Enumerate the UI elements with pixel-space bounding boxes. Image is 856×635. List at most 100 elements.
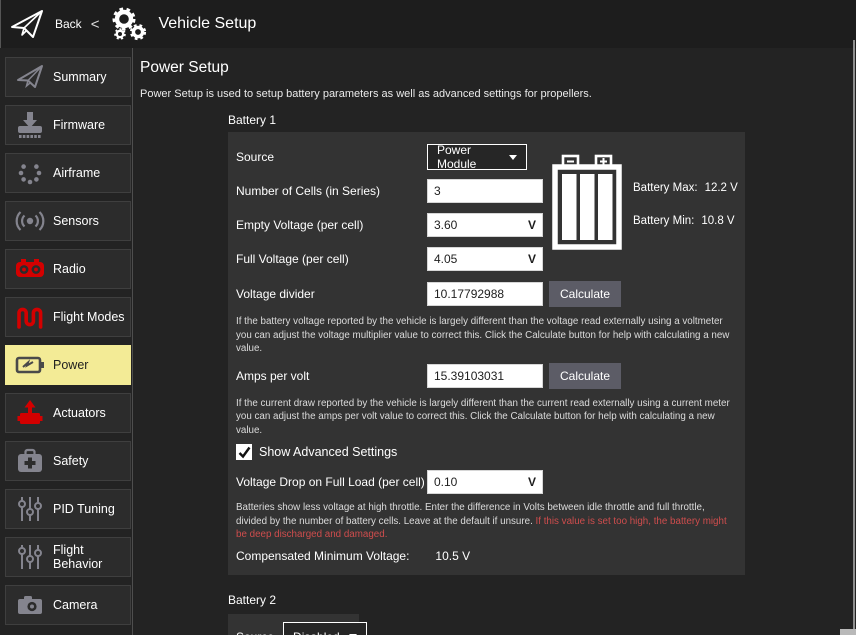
sidebar-item-label: Actuators: [53, 406, 106, 420]
sidebar-item-flight-behavior[interactable]: Flight Behavior: [5, 537, 131, 577]
sidebar-item-camera[interactable]: Camera: [5, 585, 131, 625]
sidebar-item-sensors[interactable]: Sensors: [5, 201, 131, 241]
battery2-heading: Battery 2: [228, 593, 856, 607]
sidebar-item-label: Camera: [53, 598, 97, 612]
battery-visual-block: Battery Max: 12.2 V Battery Min: 10.8 V: [551, 153, 738, 251]
sidebar-item-radio[interactable]: Radio: [5, 249, 131, 289]
sidebar-item-label: PID Tuning: [53, 502, 115, 516]
sidebar-item-label: Flight Behavior: [53, 543, 130, 571]
sensors-signal-icon: [15, 206, 45, 236]
full-voltage-label: Full Voltage (per cell): [236, 252, 427, 266]
full-voltage-value: 4.05: [434, 252, 457, 266]
volt-unit: V: [528, 218, 536, 232]
battery2-source-label: Source: [236, 630, 274, 635]
show-advanced-checkbox[interactable]: [236, 444, 252, 460]
voltage-drop-input[interactable]: 0.10 V: [427, 470, 543, 494]
sidebar-item-pid-tuning[interactable]: PID Tuning: [5, 489, 131, 529]
amps-per-volt-help-text: If the current draw reported by the vehi…: [236, 397, 738, 438]
battery1-heading: Battery 1: [228, 113, 856, 127]
amps-per-volt-input[interactable]: 15.39103031: [427, 364, 543, 388]
show-advanced-label: Show Advanced Settings: [259, 445, 397, 459]
safety-firstaid-icon: [15, 446, 45, 476]
battery-max-row: Battery Max: 12.2 V: [633, 182, 738, 194]
sidebar-item-airframe[interactable]: Airframe: [5, 153, 131, 193]
volt-unit: V: [528, 252, 536, 266]
back-chevron-icon: <: [91, 16, 100, 33]
full-voltage-input[interactable]: 4.05 V: [427, 247, 543, 271]
cells-label: Number of Cells (in Series): [236, 184, 427, 198]
battery2-source-value: Disabled: [293, 630, 340, 635]
empty-voltage-value: 3.60: [434, 218, 457, 232]
app-logo-plane-icon: [9, 8, 45, 40]
page-header-title: Vehicle Setup: [158, 15, 256, 33]
compensated-min-value: 10.5 V: [435, 549, 470, 563]
battery-max-value: 12.2 V: [705, 182, 738, 194]
setup-sidebar: Summary Firmware: [0, 48, 133, 635]
vehicle-setup-gears-icon: [108, 5, 150, 43]
scrollbar-corner: [840, 629, 856, 635]
voltage-divider-help-text: If the battery voltage reported by the v…: [236, 315, 738, 356]
battery-min-label: Battery Min:: [633, 215, 694, 227]
sidebar-item-label: Firmware: [53, 118, 105, 132]
summary-plane-icon: [15, 62, 45, 92]
voltage-divider-input[interactable]: 10.17792988: [427, 282, 543, 306]
actuators-motor-icon: [15, 398, 45, 428]
back-button[interactable]: Back: [55, 17, 82, 31]
voltage-drop-value: 0.10: [434, 475, 457, 489]
tuning-sliders-icon: [15, 494, 45, 524]
sidebar-item-label: Radio: [53, 262, 86, 276]
battery1-source-dropdown[interactable]: Power Module: [427, 144, 527, 170]
compensated-min-label: Compensated Minimum Voltage:: [236, 549, 409, 563]
sidebar-item-label: Airframe: [53, 166, 100, 180]
sidebar-item-firmware[interactable]: Firmware: [5, 105, 131, 145]
firmware-download-icon: [15, 110, 45, 140]
battery1-panel: Source Power Module Number of Cells (in …: [228, 132, 745, 575]
sidebar-item-summary[interactable]: Summary: [5, 57, 131, 97]
volt-unit: V: [528, 475, 536, 489]
sidebar-item-actuators[interactable]: Actuators: [5, 393, 131, 433]
compensated-minimum-voltage-row: Compensated Minimum Voltage: 10.5 V: [236, 549, 737, 563]
page-description: Power Setup is used to setup battery par…: [140, 88, 856, 100]
power-battery-icon: [15, 350, 45, 380]
amps-per-volt-calculate-button[interactable]: Calculate: [549, 363, 621, 389]
source-label: Source: [236, 150, 427, 164]
show-advanced-settings-row[interactable]: Show Advanced Settings: [236, 444, 737, 460]
sidebar-item-power[interactable]: Power: [5, 345, 131, 385]
airframe-dots-icon: [15, 158, 45, 188]
tuning-sliders-icon: [15, 542, 45, 572]
sidebar-item-safety[interactable]: Safety: [5, 441, 131, 481]
voltage-divider-value: 10.17792988: [434, 287, 504, 301]
battery2-panel: Source Disabled: [228, 614, 359, 635]
radio-receiver-icon: [15, 254, 45, 284]
vertical-scrollbar[interactable]: [853, 40, 855, 635]
voltage-drop-help-text: Batteries show less voltage at high thro…: [236, 501, 738, 542]
camera-icon: [15, 590, 45, 620]
amps-per-volt-value: 15.39103031: [434, 369, 504, 383]
checkmark-icon: [238, 446, 251, 459]
sidebar-item-label: Summary: [53, 70, 106, 84]
battery-max-label: Battery Max:: [633, 182, 698, 194]
sidebar-item-label: Safety: [53, 454, 88, 468]
voltage-drop-label: Voltage Drop on Full Load (per cell): [236, 475, 427, 489]
cells-input[interactable]: 3: [427, 179, 543, 203]
sidebar-item-label: Power: [53, 358, 88, 372]
sidebar-item-label: Flight Modes: [53, 310, 125, 324]
battery1-source-value: Power Module: [437, 143, 500, 171]
battery-cells-icon: [551, 153, 623, 251]
power-setup-page: Power Setup Power Setup is used to setup…: [134, 48, 856, 635]
amps-per-volt-label: Amps per volt: [236, 369, 427, 383]
sidebar-item-flight-modes[interactable]: Flight Modes: [5, 297, 131, 337]
cells-value: 3: [434, 184, 441, 198]
top-toolbar: Back < Vehicle Setup: [0, 0, 856, 48]
page-title: Power Setup: [140, 59, 856, 77]
sidebar-item-label: Sensors: [53, 214, 99, 228]
battery2-source-dropdown[interactable]: Disabled: [283, 622, 367, 635]
empty-voltage-input[interactable]: 3.60 V: [427, 213, 543, 237]
flight-modes-wave-icon: [15, 302, 45, 332]
chevron-down-icon: [509, 155, 517, 160]
voltage-divider-label: Voltage divider: [236, 287, 427, 301]
empty-voltage-label: Empty Voltage (per cell): [236, 218, 427, 232]
battery-min-value: 10.8 V: [701, 215, 734, 227]
battery-min-row: Battery Min: 10.8 V: [633, 215, 738, 227]
voltage-divider-calculate-button[interactable]: Calculate: [549, 281, 621, 307]
